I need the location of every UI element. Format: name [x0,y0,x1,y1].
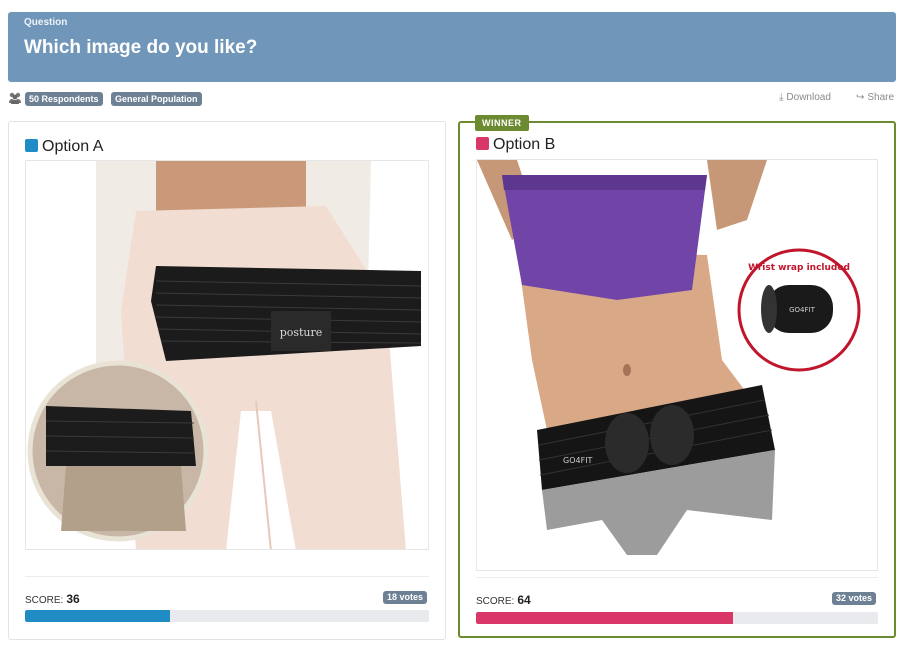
option-a-divider [25,576,429,577]
people-icon [9,92,21,104]
option-b-score-bar-fill [476,612,734,624]
wrist-wrap-text: GO4FIT [789,306,815,314]
option-a-score: SCORE: 36 [25,592,80,606]
share-label: Share [867,92,895,103]
wrist-wrap-badge-text: Wrist wrap included [748,263,850,273]
option-a-votes: 18 votes [383,591,428,604]
option-b-color-swatch [476,137,489,150]
population-badge: General Population [111,92,202,106]
download-icon: ⤓ [779,92,784,103]
question-header: Question Which image do you like? [8,12,896,82]
share-icon: ↪ [856,92,865,103]
option-b-votes: 32 votes [832,592,877,605]
option-a-title: Option A [25,138,103,156]
meta-row: 50 Respondents General Population ⤓ Downl… [8,90,896,108]
share-link[interactable]: ↪ Share [856,92,894,103]
option-a-score-bar [25,610,429,622]
option-a-score-bar-fill [25,610,171,622]
respondents-badge: 50 Respondents [25,92,103,106]
question-title: Which image do you like? [24,37,258,58]
option-a-color-swatch [25,139,38,152]
option-a-photo: posture [26,161,428,549]
download-label: Download [786,92,831,103]
option-b-divider [476,577,878,578]
question-label: Question [24,17,68,28]
winner-badge: WINNER [475,115,529,131]
go4fit-belt-text: GO4FIT [563,456,593,465]
option-a-image[interactable]: posture [25,160,429,550]
option-b-title: Option B [476,136,555,154]
posture-logo-text: posture [280,326,323,339]
option-b-score: SCORE: 64 [476,593,531,607]
option-b-photo: GO4FIT Wrist wrap included GO4FIT [477,160,877,570]
download-link[interactable]: ⤓ Download [779,92,831,103]
option-b-image[interactable]: GO4FIT Wrist wrap included GO4FIT [476,159,878,571]
option-b-score-bar [476,612,878,624]
